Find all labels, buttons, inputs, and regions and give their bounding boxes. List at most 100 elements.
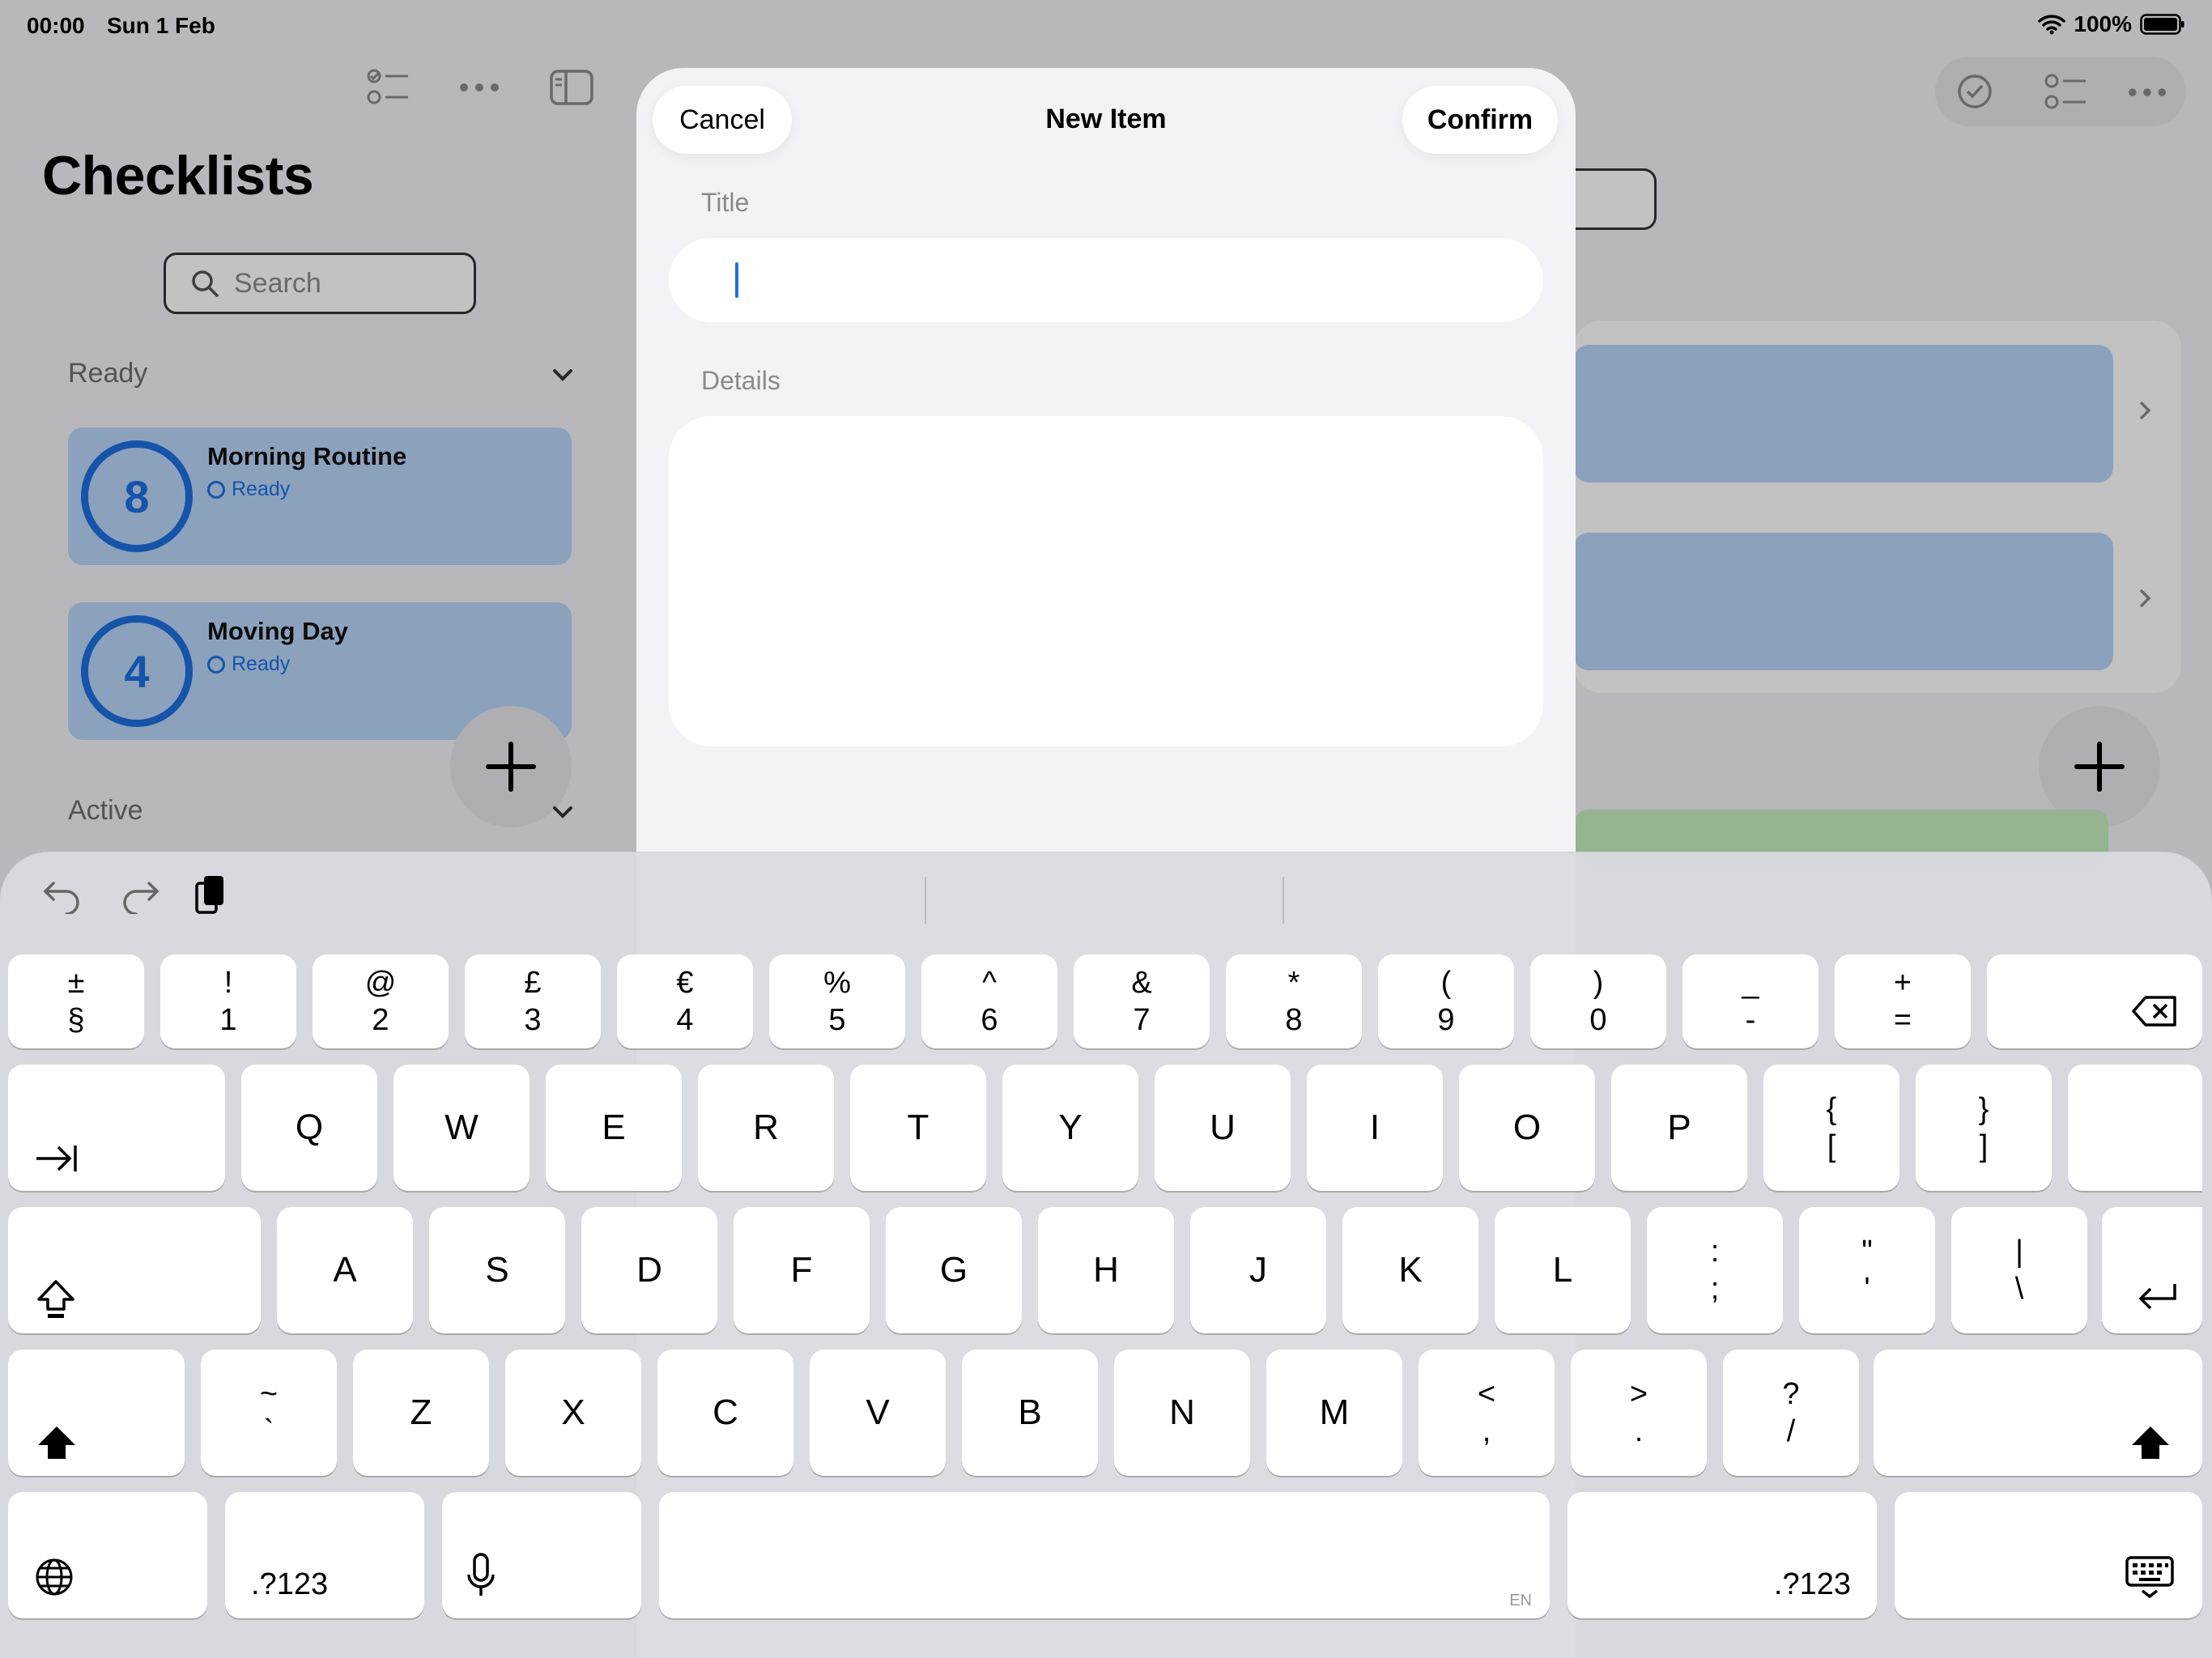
symbol-key[interactable]: <, [1419, 1350, 1555, 1476]
number-key[interactable]: €4 [617, 954, 753, 1048]
key-shift-label: % [823, 966, 851, 1000]
letter-key[interactable]: E [546, 1065, 682, 1191]
letter-key[interactable]: I [1307, 1065, 1443, 1191]
letter-key[interactable]: K [1342, 1207, 1478, 1333]
key-shift-label: ± [67, 966, 85, 1000]
key-label: \ [2014, 1272, 2024, 1306]
number-key[interactable]: * 8 [1226, 954, 1362, 1048]
numbers-key-right[interactable]: .?123 [1568, 1492, 1877, 1618]
key-shift-label: ^ [982, 966, 997, 1000]
keyboard-shortcut-bar [0, 852, 2212, 950]
number-key[interactable]: ) 0 [1530, 954, 1666, 1048]
letter-key[interactable]: J [1190, 1207, 1326, 1333]
key-label: , [1482, 1414, 1491, 1448]
number-key[interactable]: £3 [465, 954, 601, 1048]
letter-key[interactable]: U [1155, 1065, 1291, 1191]
number-key[interactable]: & 7 [1074, 954, 1210, 1048]
letter-key[interactable]: V [810, 1350, 946, 1476]
return-key[interactable] [2102, 1207, 2202, 1333]
number-key[interactable]: + = [1835, 954, 1971, 1048]
return-icon [2138, 1284, 2176, 1310]
caps-lock-key[interactable] [8, 1207, 261, 1333]
key-shift-label: £ [524, 966, 542, 1000]
title-input[interactable] [669, 238, 1543, 322]
symbol-key[interactable]: {[ [1763, 1065, 1899, 1191]
left-shift-key[interactable] [8, 1350, 185, 1476]
delete-icon [2132, 996, 2176, 1027]
numbers-key-left[interactable]: .?123 [225, 1492, 424, 1618]
letter-key[interactable]: L [1495, 1207, 1631, 1333]
key-shift-label: & [1131, 966, 1152, 1000]
letter-key[interactable]: R [698, 1065, 834, 1191]
symbol-key[interactable]: ~ ` [201, 1350, 337, 1476]
redo-icon[interactable] [120, 877, 160, 914]
right-shift-key[interactable] [1874, 1350, 2202, 1476]
globe-icon [36, 1558, 73, 1596]
battery-icon [2140, 14, 2184, 35]
letter-key[interactable]: Y [1002, 1065, 1138, 1191]
space-key[interactable]: EN [659, 1492, 1550, 1618]
number-key[interactable]: _ - [1682, 954, 1819, 1048]
letter-key[interactable]: Q [241, 1065, 377, 1191]
dictation-key[interactable] [442, 1492, 641, 1618]
key-label: 6 [981, 1003, 998, 1037]
letter-key[interactable]: G [886, 1207, 1022, 1333]
key-label: . [1634, 1414, 1644, 1448]
letter-key[interactable]: M [1266, 1350, 1402, 1476]
letter-key[interactable]: C [657, 1350, 793, 1476]
letter-key[interactable]: A [277, 1207, 413, 1333]
symbol-key[interactable]: ? / [1723, 1350, 1859, 1476]
symbol-key[interactable]: :; [1647, 1207, 1783, 1333]
number-key[interactable]: % 5 [769, 954, 905, 1048]
symbol-key[interactable]: | \ [1951, 1207, 2087, 1333]
key-shift-label: @ [364, 966, 397, 1000]
key-shift-label: : [1710, 1235, 1720, 1269]
letter-key[interactable]: P [1611, 1065, 1747, 1191]
key-label: = [1893, 1003, 1912, 1037]
number-key[interactable]: ± § [8, 954, 144, 1048]
key-label: ` [263, 1414, 274, 1448]
number-key[interactable]: @2 [313, 954, 449, 1048]
key-shift-label: _ [1742, 966, 1759, 1000]
key-label: 9 [1437, 1003, 1455, 1037]
key-shift-label: € [676, 966, 694, 1000]
dismiss-keyboard-key[interactable] [1895, 1492, 2202, 1618]
symbol-key[interactable]: >. [1571, 1350, 1707, 1476]
letter-key[interactable]: S [429, 1207, 565, 1333]
key-label: [ [1827, 1129, 1836, 1163]
letter-key[interactable]: H [1038, 1207, 1174, 1333]
details-input[interactable] [669, 416, 1543, 746]
globe-key[interactable] [8, 1492, 207, 1618]
language-indicator: EN [1509, 1592, 1532, 1609]
letter-key[interactable]: N [1114, 1350, 1250, 1476]
letter-key[interactable]: B [962, 1350, 1098, 1476]
tab-key[interactable] [8, 1065, 225, 1191]
status-date: Sun 1 Feb [107, 13, 215, 38]
caps-lock-icon [37, 1280, 74, 1318]
key-label: 4 [676, 1003, 694, 1037]
title-label: Title [701, 188, 750, 217]
divider [1283, 877, 1284, 924]
number-key[interactable]: (9 [1378, 954, 1514, 1048]
letter-key[interactable]: T [850, 1065, 986, 1191]
key-label: 8 [1285, 1003, 1303, 1037]
key-shift-label: | [2015, 1235, 2023, 1269]
clipboard-icon[interactable] [194, 874, 227, 916]
key-shift-label: ~ [259, 1377, 279, 1411]
letter-key[interactable]: F [734, 1207, 870, 1333]
letter-key[interactable]: D [581, 1207, 717, 1333]
key-shift-label: ( [1440, 966, 1452, 1000]
confirm-button[interactable]: Confirm [1402, 86, 1558, 154]
letter-key[interactable]: X [505, 1350, 641, 1476]
key-label: 3 [524, 1003, 542, 1037]
letter-key[interactable]: Z [353, 1350, 489, 1476]
symbol-key[interactable]: " ' [1799, 1207, 1935, 1333]
undo-icon[interactable] [42, 877, 83, 914]
symbol-key[interactable]: }] [1916, 1065, 2052, 1191]
delete-key[interactable] [1987, 954, 2202, 1048]
number-key[interactable]: ! 1 [160, 954, 296, 1048]
letter-key[interactable]: W [393, 1065, 530, 1191]
return-key-upper[interactable] [2068, 1065, 2202, 1191]
letter-key[interactable]: O [1459, 1065, 1595, 1191]
number-key[interactable]: ^ 6 [921, 954, 1057, 1048]
